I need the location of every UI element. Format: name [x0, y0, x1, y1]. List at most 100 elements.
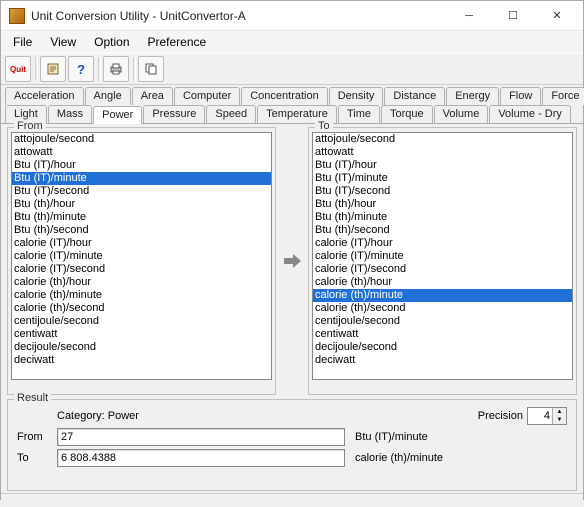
list-item[interactable]: centijoule/second — [12, 315, 271, 328]
list-item[interactable]: Btu (th)/hour — [12, 198, 271, 211]
list-item[interactable]: calorie (IT)/minute — [12, 250, 271, 263]
toolbar-separator — [98, 57, 101, 81]
category-tabs-row2: LightMassPowerPressureSpeedTemperatureTi… — [1, 105, 583, 123]
arrow-right-icon — [281, 250, 303, 272]
tab-time[interactable]: Time — [338, 105, 380, 123]
result-to-label: To — [17, 452, 51, 464]
minimize-button[interactable]: ─ — [447, 2, 491, 30]
result-from-input[interactable] — [57, 428, 345, 446]
tab-area[interactable]: Area — [132, 87, 173, 105]
menu-file[interactable]: File — [5, 33, 40, 51]
list-item[interactable]: centiwatt — [12, 328, 271, 341]
list-item[interactable]: Btu (th)/second — [313, 224, 572, 237]
precision-down[interactable]: ▼ — [552, 416, 566, 424]
list-item[interactable]: Btu (th)/second — [12, 224, 271, 237]
result-to-input[interactable] — [57, 449, 345, 467]
print-button[interactable] — [103, 56, 129, 82]
list-item[interactable]: attojoule/second — [12, 133, 271, 146]
list-item[interactable]: centiwatt — [313, 328, 572, 341]
list-item[interactable]: attowatt — [313, 146, 572, 159]
list-item[interactable]: deciwatt — [12, 354, 271, 367]
tab-density[interactable]: Density — [329, 87, 384, 105]
menu-preference[interactable]: Preference — [140, 33, 215, 51]
tab-mass[interactable]: Mass — [48, 105, 92, 123]
precision-spinner[interactable]: ▲ ▼ — [527, 407, 567, 425]
copy-icon — [144, 62, 158, 76]
list-item[interactable]: attojoule/second — [313, 133, 572, 146]
result-group: Result Category: Power Precision ▲ ▼ Fro… — [7, 399, 577, 491]
list-item[interactable]: calorie (IT)/second — [12, 263, 271, 276]
tab-force[interactable]: Force — [542, 87, 584, 105]
list-item[interactable]: calorie (IT)/hour — [313, 237, 572, 250]
tab-power[interactable]: Power — [93, 106, 142, 124]
list-item[interactable]: attowatt — [12, 146, 271, 159]
result-to-unit: calorie (th)/minute — [351, 452, 567, 464]
result-legend: Result — [14, 392, 51, 404]
category-tabs-row1: AccelerationAngleAreaComputerConcentrati… — [1, 85, 583, 105]
tab-energy[interactable]: Energy — [446, 87, 499, 105]
list-item[interactable]: Btu (IT)/second — [313, 185, 572, 198]
list-item[interactable]: Btu (IT)/hour — [12, 159, 271, 172]
result-from-unit: Btu (IT)/minute — [351, 431, 567, 443]
list-item[interactable]: calorie (IT)/second — [313, 263, 572, 276]
list-item[interactable]: Btu (th)/minute — [313, 211, 572, 224]
tab-distance[interactable]: Distance — [384, 87, 445, 105]
list-item[interactable]: calorie (th)/hour — [313, 276, 572, 289]
tab-angle[interactable]: Angle — [85, 87, 131, 105]
precision-input[interactable] — [528, 408, 552, 424]
copy-button[interactable] — [138, 56, 164, 82]
tab-volume-dry[interactable]: Volume - Dry — [489, 105, 571, 123]
list-item[interactable]: Btu (IT)/hour — [313, 159, 572, 172]
list-item[interactable]: Btu (th)/hour — [313, 198, 572, 211]
tab-speed[interactable]: Speed — [206, 105, 256, 123]
menu-view[interactable]: View — [42, 33, 84, 51]
list-item[interactable]: deciwatt — [313, 354, 572, 367]
statusbar — [1, 493, 583, 507]
from-listbox[interactable]: attojoule/secondattowattBtu (IT)/hourBtu… — [11, 132, 272, 380]
list-item[interactable]: Btu (IT)/second — [12, 185, 271, 198]
category-label: Category: Power — [17, 410, 472, 422]
tab-acceleration[interactable]: Acceleration — [5, 87, 84, 105]
to-legend: To — [315, 120, 333, 132]
page-icon — [46, 62, 60, 76]
list-item[interactable]: Btu (IT)/minute — [12, 172, 271, 185]
maximize-button[interactable]: ☐ — [491, 2, 535, 30]
to-group: To attojoule/secondattowattBtu (IT)/hour… — [308, 127, 577, 395]
list-item[interactable]: decijoule/second — [12, 341, 271, 354]
precision-up[interactable]: ▲ — [552, 408, 566, 416]
menu-option[interactable]: Option — [86, 33, 137, 51]
toolbar: Quit ? — [1, 53, 583, 85]
list-item[interactable]: calorie (th)/second — [313, 302, 572, 315]
list-item[interactable]: calorie (th)/minute — [313, 289, 572, 302]
close-button[interactable]: ✕ — [535, 2, 579, 30]
tab-volume[interactable]: Volume — [434, 105, 489, 123]
list-item[interactable]: centijoule/second — [313, 315, 572, 328]
result-from-label: From — [17, 431, 51, 443]
tab-pressure[interactable]: Pressure — [143, 105, 205, 123]
tab-torque[interactable]: Torque — [381, 105, 433, 123]
list-item[interactable]: Btu (IT)/minute — [313, 172, 572, 185]
from-legend: From — [14, 120, 46, 132]
precision-label: Precision — [478, 410, 523, 422]
titlebar: Unit Conversion Utility - UnitConvertor-… — [1, 1, 583, 31]
list-item[interactable]: calorie (th)/hour — [12, 276, 271, 289]
arrow-column — [280, 127, 304, 395]
list-item[interactable]: calorie (IT)/minute — [313, 250, 572, 263]
from-group: From attojoule/secondattowattBtu (IT)/ho… — [7, 127, 276, 395]
list-item[interactable]: calorie (th)/minute — [12, 289, 271, 302]
list-item[interactable]: Btu (th)/minute — [12, 211, 271, 224]
quit-button[interactable]: Quit — [5, 56, 31, 82]
list-item[interactable]: calorie (th)/second — [12, 302, 271, 315]
tab-concentration[interactable]: Concentration — [241, 87, 328, 105]
question-icon: ? — [77, 62, 85, 77]
tab-computer[interactable]: Computer — [174, 87, 240, 105]
list-item[interactable]: calorie (IT)/hour — [12, 237, 271, 250]
toolbar-button-1[interactable] — [40, 56, 66, 82]
list-item[interactable]: decijoule/second — [313, 341, 572, 354]
help-button[interactable]: ? — [68, 56, 94, 82]
app-icon — [9, 8, 25, 24]
tab-flow[interactable]: Flow — [500, 87, 541, 105]
toolbar-separator — [133, 57, 136, 81]
printer-icon — [109, 62, 123, 76]
to-listbox[interactable]: attojoule/secondattowattBtu (IT)/hourBtu… — [312, 132, 573, 380]
